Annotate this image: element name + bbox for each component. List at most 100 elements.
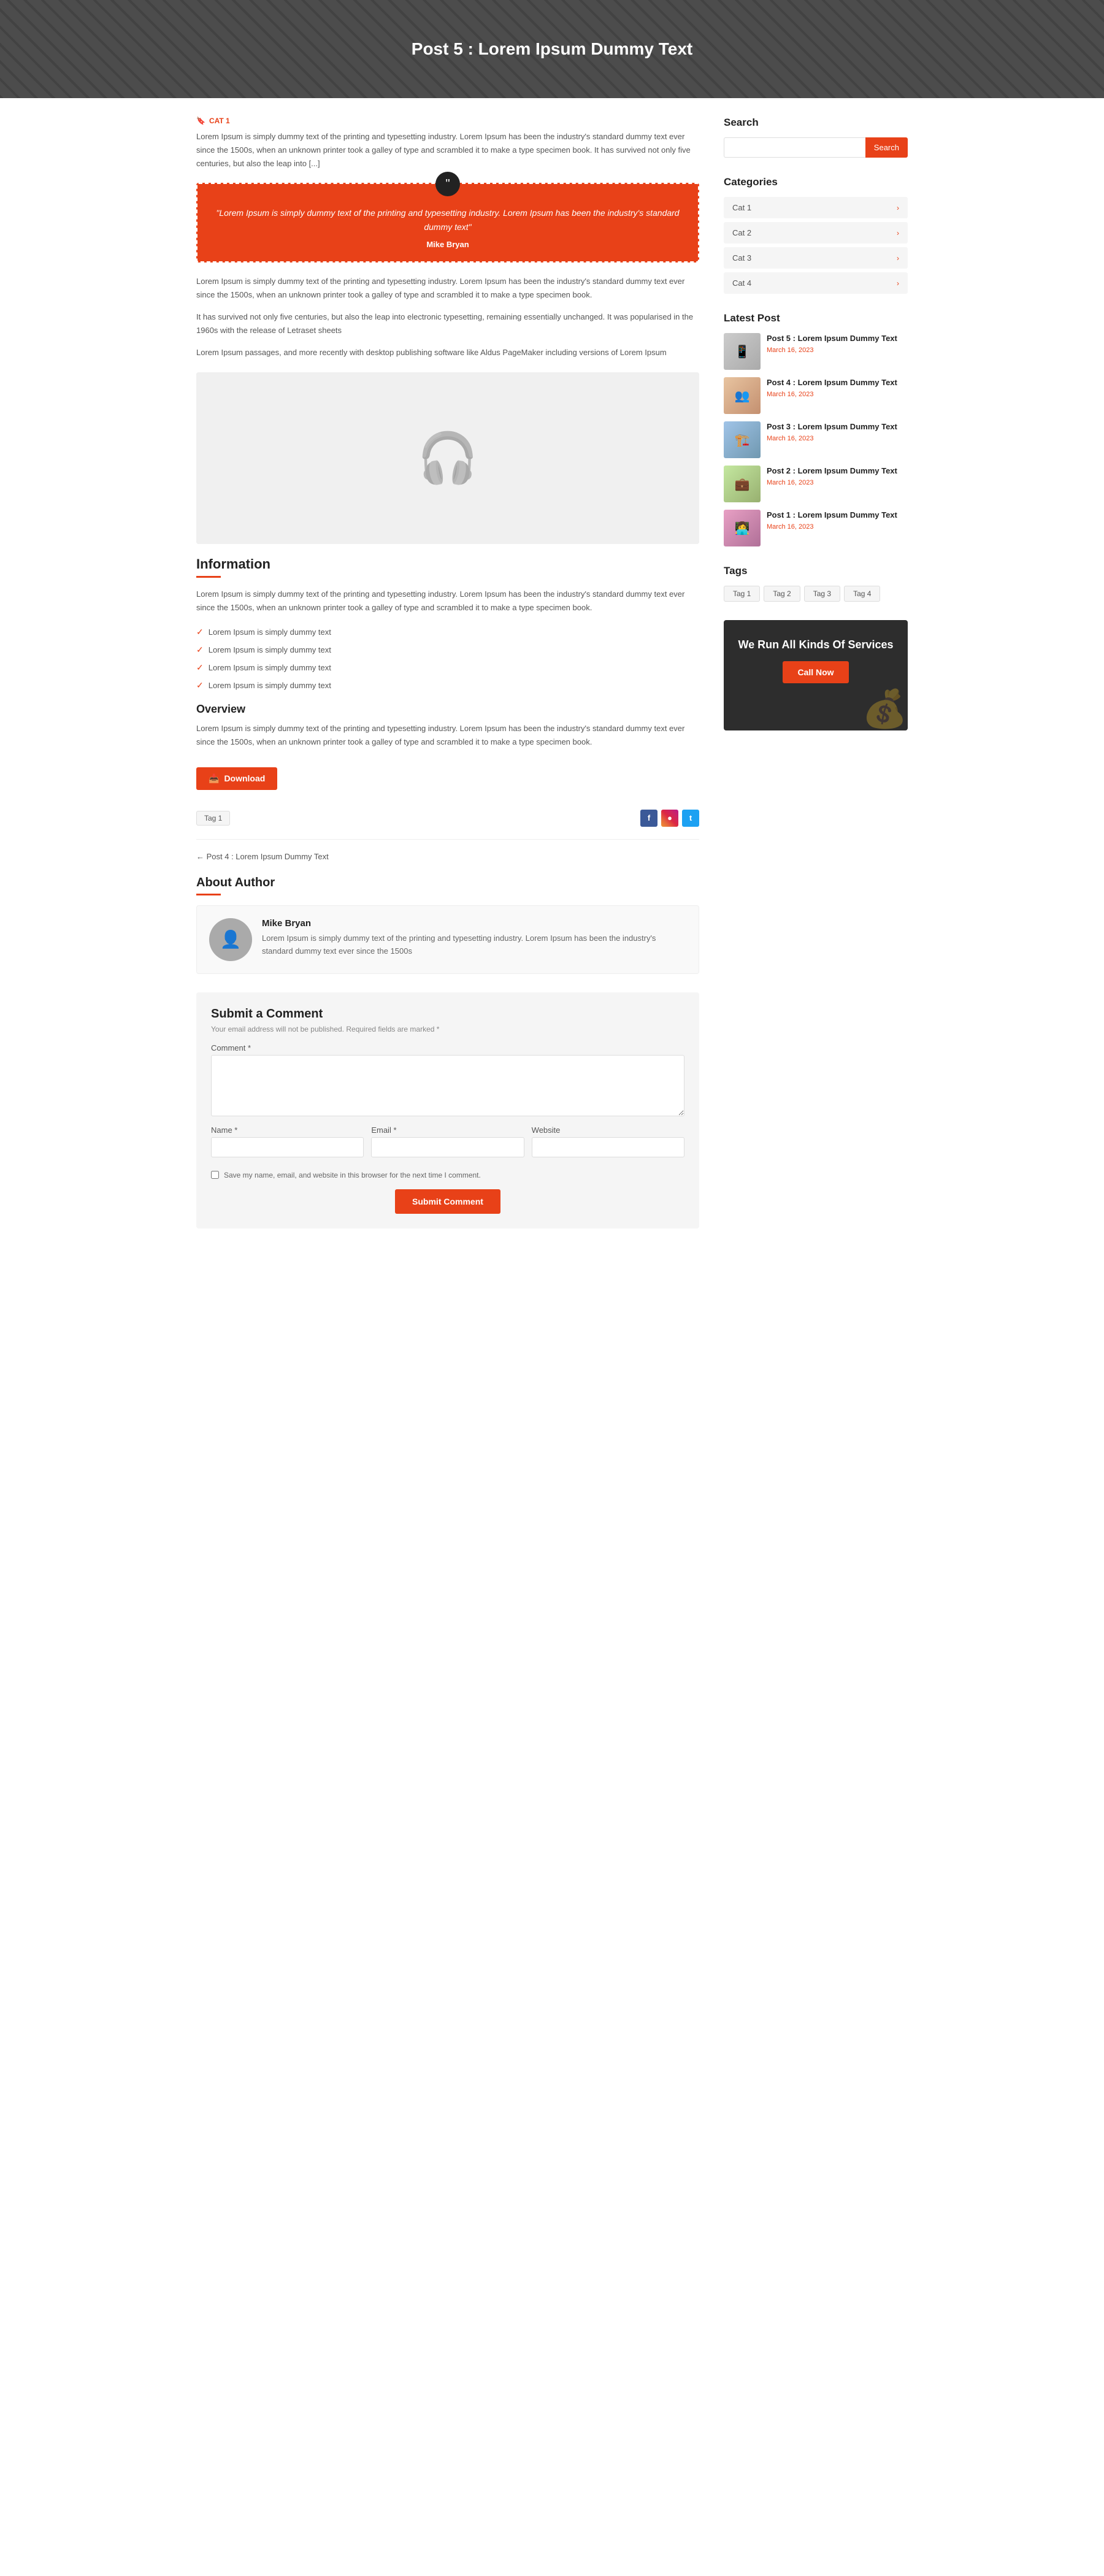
search-title: Search — [724, 117, 908, 129]
prev-post-link[interactable]: ← Post 4 : Lorem Ipsum Dummy Text — [196, 852, 699, 861]
email-label: Email * — [371, 1125, 524, 1135]
tag-item[interactable]: Tag 3 — [804, 586, 840, 602]
save-label: Save my name, email, and website in this… — [224, 1171, 481, 1179]
categories-section: Categories Cat 1› Cat 2› Cat 3› Cat 4› — [724, 176, 908, 294]
comment-form: Submit a Comment Your email address will… — [196, 992, 699, 1229]
tags-social-row: Tag 1 f ● t — [196, 810, 699, 827]
website-field-group: Website — [532, 1125, 684, 1165]
social-icons: f ● t — [640, 810, 699, 827]
info-para: Lorem Ipsum is simply dummy text of the … — [196, 588, 699, 615]
tag-item[interactable]: Tag 2 — [764, 586, 800, 602]
hero-section: Post 5 : Lorem Ipsum Dummy Text — [0, 0, 1104, 98]
intro-text: Lorem Ipsum is simply dummy text of the … — [196, 130, 699, 171]
body-para-4: Lorem Ipsum passages, and more recently … — [196, 346, 699, 359]
blockquote-text: "Lorem Ipsum is simply dummy text of the… — [216, 206, 680, 234]
search-section: Search Search — [724, 117, 908, 158]
post-thumbnail: 💼 — [724, 466, 761, 502]
post-thumbnail: 👥 — [724, 377, 761, 414]
post-image — [196, 372, 699, 544]
category-item[interactable]: Cat 3› — [724, 247, 908, 269]
list-item: ✓ Lorem Ipsum is simply dummy text — [196, 641, 699, 659]
latest-post-item[interactable]: 🏗️ Post 3 : Lorem Ipsum Dummy Text March… — [724, 421, 908, 458]
page-body: 🔖 CAT 1 Lorem Ipsum is simply dummy text… — [184, 98, 920, 1247]
submit-comment-button[interactable]: Submit Comment — [395, 1189, 500, 1214]
latest-post-item[interactable]: 📱 Post 5 : Lorem Ipsum Dummy Text March … — [724, 333, 908, 370]
post-info: Post 5 : Lorem Ipsum Dummy Text March 16… — [767, 333, 897, 354]
download-icon: 📥 — [209, 773, 219, 784]
body-para-2: Lorem Ipsum is simply dummy text of the … — [196, 275, 699, 302]
hero-title: Post 5 : Lorem Ipsum Dummy Text — [412, 39, 692, 59]
latest-post-title: Post 4 : Lorem Ipsum Dummy Text — [767, 377, 897, 388]
cta-widget: 💰 We Run All Kinds Of Services Call Now — [724, 620, 908, 730]
email-input[interactable] — [371, 1137, 524, 1157]
cta-title: We Run All Kinds Of Services — [736, 638, 895, 651]
search-row: Search — [724, 137, 908, 158]
check-icon: ✓ — [196, 662, 204, 673]
category-item[interactable]: Cat 1› — [724, 197, 908, 218]
twitter-icon[interactable]: t — [682, 810, 699, 827]
comment-label: Comment * — [211, 1043, 684, 1052]
check-icon: ✓ — [196, 627, 204, 637]
post-info: Post 1 : Lorem Ipsum Dummy Text March 16… — [767, 510, 897, 531]
post-thumbnail: 📱 — [724, 333, 761, 370]
chevron-right-icon: › — [897, 279, 899, 288]
main-content: 🔖 CAT 1 Lorem Ipsum is simply dummy text… — [196, 117, 699, 1229]
divider — [196, 839, 699, 840]
comment-title: Submit a Comment — [211, 1007, 684, 1021]
blockquote-wrapper: " "Lorem Ipsum is simply dummy text of t… — [196, 183, 699, 263]
instagram-icon[interactable]: ● — [661, 810, 678, 827]
chevron-right-icon: › — [897, 254, 899, 263]
author-bio: Lorem Ipsum is simply dummy text of the … — [262, 932, 686, 958]
comment-subtitle: Your email address will not be published… — [211, 1025, 684, 1033]
latest-post-date: March 16, 2023 — [767, 479, 897, 486]
author-name: Mike Bryan — [262, 918, 686, 929]
save-checkbox-row: Save my name, email, and website in this… — [211, 1171, 684, 1179]
latest-post-item[interactable]: 👥 Post 4 : Lorem Ipsum Dummy Text March … — [724, 377, 908, 414]
facebook-icon[interactable]: f — [640, 810, 657, 827]
latest-posts-section: Latest Post 📱 Post 5 : Lorem Ipsum Dummy… — [724, 312, 908, 546]
post-image-inner — [196, 372, 699, 544]
search-input[interactable] — [724, 137, 865, 158]
post-tag[interactable]: Tag 1 — [196, 811, 230, 826]
list-item: ✓ Lorem Ipsum is simply dummy text — [196, 623, 699, 641]
tags-title: Tags — [724, 565, 908, 577]
check-icon: ✓ — [196, 680, 204, 691]
form-row: Name * Email * Website — [211, 1125, 684, 1165]
latest-post-item[interactable]: 👩‍💻 Post 1 : Lorem Ipsum Dummy Text Marc… — [724, 510, 908, 546]
website-input[interactable] — [532, 1137, 684, 1157]
information-underline — [196, 576, 221, 578]
comment-textarea[interactable] — [211, 1055, 684, 1116]
post-thumbnail: 👩‍💻 — [724, 510, 761, 546]
tag-item[interactable]: Tag 4 — [844, 586, 880, 602]
list-item: ✓ Lorem Ipsum is simply dummy text — [196, 659, 699, 677]
about-author-underline — [196, 894, 221, 895]
latest-post-date: March 16, 2023 — [767, 347, 897, 354]
bookmark-icon: 🔖 — [196, 117, 205, 125]
category-item[interactable]: Cat 2› — [724, 222, 908, 243]
check-icon: ✓ — [196, 645, 204, 655]
save-checkbox[interactable] — [211, 1171, 219, 1179]
information-title: Information — [196, 556, 699, 572]
latest-posts-title: Latest Post — [724, 312, 908, 324]
overview-para: Lorem Ipsum is simply dummy text of the … — [196, 722, 699, 749]
list-item: ✓ Lorem Ipsum is simply dummy text — [196, 677, 699, 694]
category-label: 🔖 CAT 1 — [196, 117, 699, 125]
download-button[interactable]: 📥 Download — [196, 767, 277, 790]
latest-post-title: Post 3 : Lorem Ipsum Dummy Text — [767, 421, 897, 432]
latest-post-item[interactable]: 💼 Post 2 : Lorem Ipsum Dummy Text March … — [724, 466, 908, 502]
latest-post-title: Post 5 : Lorem Ipsum Dummy Text — [767, 333, 897, 344]
author-info: Mike Bryan Lorem Ipsum is simply dummy t… — [262, 918, 686, 958]
chevron-right-icon: › — [897, 204, 899, 212]
tag-item[interactable]: Tag 1 — [724, 586, 760, 602]
category-item[interactable]: Cat 4› — [724, 272, 908, 294]
author-box: 👤 Mike Bryan Lorem Ipsum is simply dummy… — [196, 905, 699, 974]
post-info: Post 2 : Lorem Ipsum Dummy Text March 16… — [767, 466, 897, 486]
latest-post-date: March 16, 2023 — [767, 391, 897, 398]
call-now-button[interactable]: Call Now — [783, 661, 848, 683]
search-button[interactable]: Search — [865, 137, 908, 158]
name-input[interactable] — [211, 1137, 364, 1157]
tags-section: Tags Tag 1 Tag 2 Tag 3 Tag 4 — [724, 565, 908, 602]
latest-post-title: Post 2 : Lorem Ipsum Dummy Text — [767, 466, 897, 477]
email-field-group: Email * — [371, 1125, 524, 1165]
about-author-title: About Author — [196, 876, 699, 890]
